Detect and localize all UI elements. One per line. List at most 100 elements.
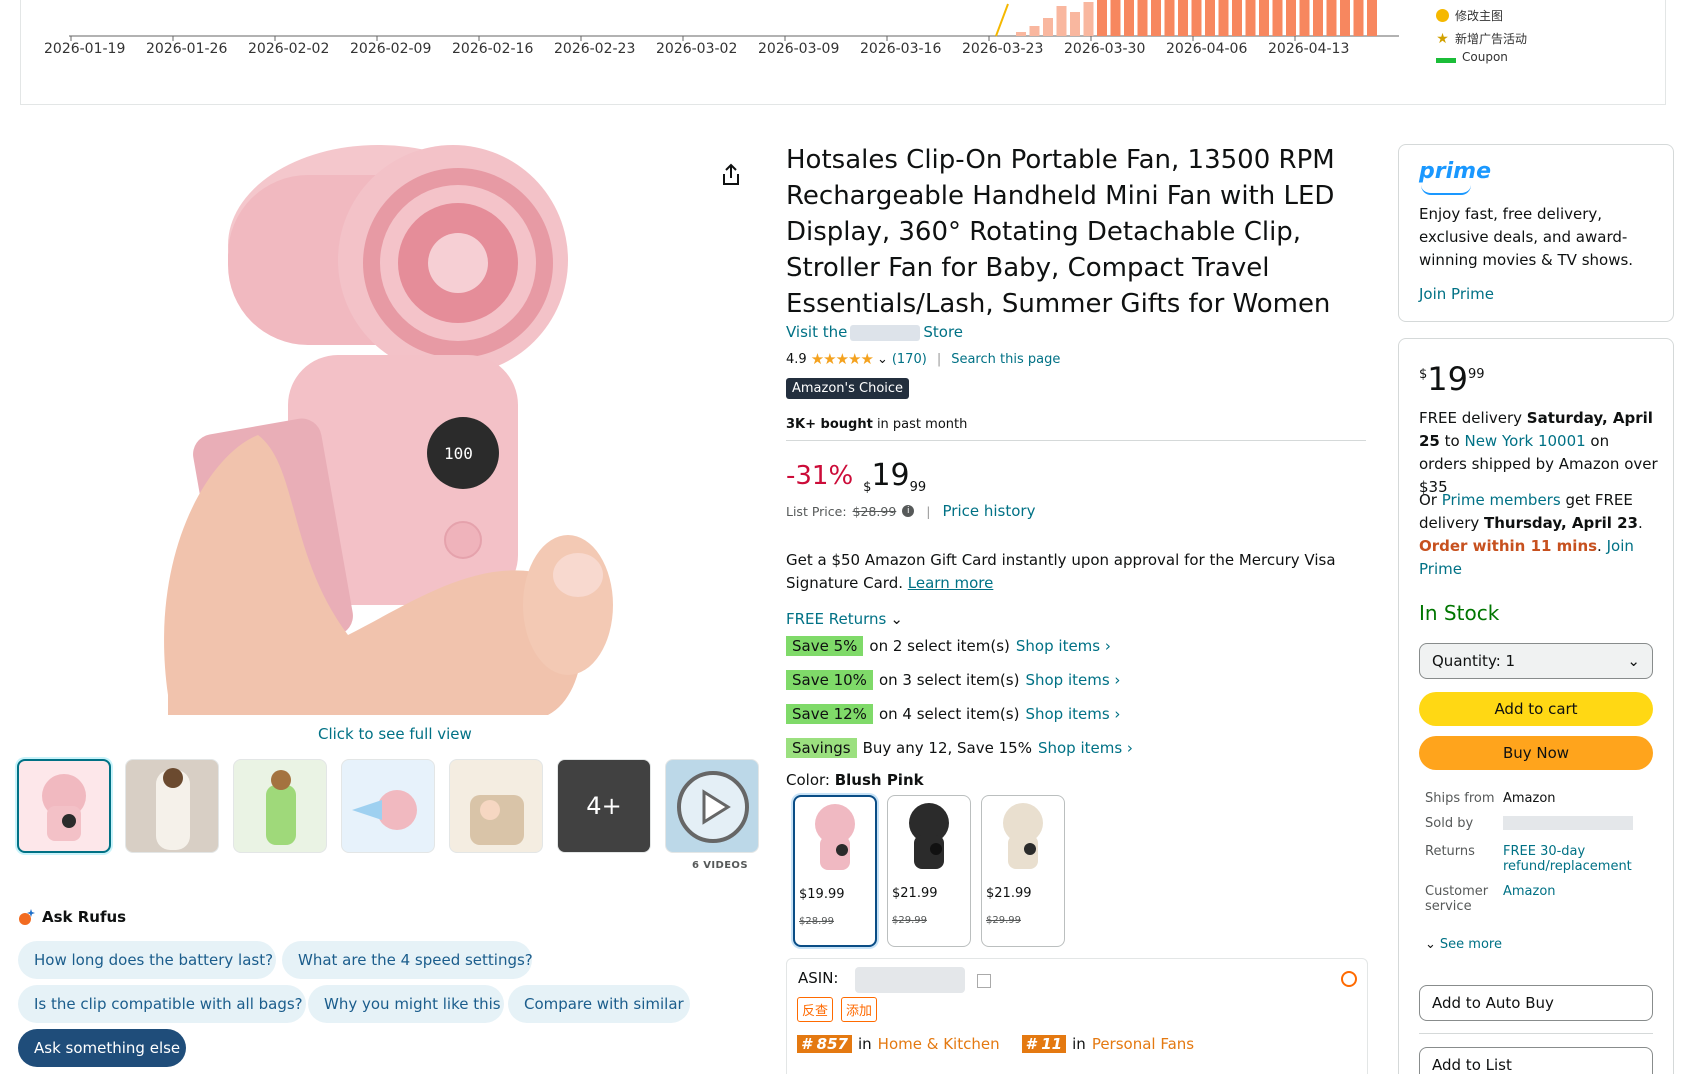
add-to-cart-button[interactable]: Add to cart	[1419, 692, 1653, 726]
legend-label: 新增广告活动	[1455, 32, 1528, 46]
ask-something-else-button[interactable]: Ask something else	[18, 1029, 186, 1067]
discount-percent: -31%	[786, 461, 854, 491]
legend-item-coupon[interactable]: Coupon	[1436, 50, 1527, 64]
promo-text: on 4 select item(s)	[878, 705, 1020, 723]
click-full-view-link[interactable]: Click to see full view	[318, 725, 472, 743]
promo-text: on 2 select item(s)	[869, 637, 1010, 655]
or-dot: .	[1638, 514, 1643, 532]
chart-bar	[1164, 0, 1175, 36]
sold-by-value[interactable]	[1503, 816, 1653, 834]
copy-icon[interactable]	[977, 974, 991, 988]
chart-bar	[1299, 0, 1310, 36]
add-button[interactable]: 添加	[841, 997, 878, 1022]
thumbnail-3[interactable]	[233, 759, 327, 853]
more-images-count: 4+	[558, 760, 650, 852]
sales-chart-strip: 2026-01-19 2026-01-26 2026-02-02 2026-02-09…	[20, 0, 1666, 105]
chart-x-tick-label: 2026-03-09	[758, 41, 840, 57]
color-swatch-black[interactable]: $21.99 $29.99	[887, 795, 971, 947]
chart-bar	[1110, 0, 1121, 36]
thumbnail-4[interactable]	[341, 759, 435, 853]
promo-tag: Savings	[786, 738, 857, 758]
returns-policy-link[interactable]: FREE 30-day refund/replacement	[1503, 844, 1653, 874]
visit-store-link[interactable]: Visit the Store	[786, 323, 963, 341]
star-rating-icon[interactable]: ★★★★★	[811, 350, 874, 368]
thumbnail-video[interactable]	[665, 759, 759, 853]
add-to-list-button[interactable]: Add to List	[1419, 1047, 1653, 1074]
delivery-location-link[interactable]: New York 10001	[1464, 432, 1585, 450]
store-name-redacted	[850, 324, 921, 341]
sold-by-row: Sold by	[1425, 816, 1653, 834]
learn-more-link[interactable]: Learn more	[908, 574, 994, 592]
shop-items-link[interactable]: Shop items ›	[1025, 671, 1120, 689]
thumbnail-strip: 4+	[17, 759, 759, 853]
quantity-select[interactable]: Quantity: 1 ⌄	[1419, 643, 1653, 679]
promo-row-1: Save 5% on 2 select item(s) Shop items ›	[786, 636, 1111, 656]
chart-x-tick-label: 2026-01-19	[44, 41, 126, 57]
share-icon[interactable]	[718, 162, 744, 188]
chart-bar	[1029, 26, 1040, 36]
main-product-image[interactable]: 100	[148, 135, 628, 715]
rating-value: 4.9	[786, 351, 807, 367]
current-price: $1999	[863, 458, 926, 495]
color-swatch-blush-pink[interactable]: $19.99 $28.99	[793, 795, 877, 947]
buy-now-button[interactable]: Buy Now	[1419, 736, 1653, 770]
rufus-question-battery[interactable]: How long does the battery last?	[18, 941, 276, 979]
prime-logo: prime	[1419, 159, 1491, 184]
rufus-question-compare[interactable]: Compare with similar	[508, 985, 690, 1023]
prime-description: Enjoy fast, free delivery, exclusive dea…	[1419, 205, 1634, 269]
see-more-link[interactable]: ⌄ See more	[1425, 937, 1502, 952]
chevron-down-icon[interactable]: ⌄	[877, 352, 888, 367]
review-count-link[interactable]: (170)	[892, 352, 927, 367]
ships-from-label: Ships from	[1425, 791, 1495, 806]
thumbnail-more[interactable]: 4+	[557, 759, 651, 853]
reverse-lookup-button[interactable]: 反查	[797, 997, 834, 1022]
bought-in-past-month: 3K+ bought in past month	[786, 417, 967, 432]
price-row: -31% $1999	[786, 458, 926, 495]
rufus-sparkle-icon	[19, 909, 35, 925]
seller-redacted	[1503, 816, 1633, 830]
free-returns-link[interactable]: FREE Returns ⌄	[786, 610, 903, 628]
videos-count-label: 6 VIDEOS	[692, 860, 748, 871]
divider	[786, 440, 1366, 441]
legend-dot-icon	[1436, 9, 1449, 22]
best-sellers-rank: # 857 in Home & Kitchen # 11 in Personal…	[797, 1035, 1194, 1053]
shop-items-link[interactable]: Shop items ›	[1025, 705, 1120, 723]
legend-item-main-image[interactable]: 修改主图	[1436, 4, 1527, 27]
sold-by-label: Sold by	[1425, 816, 1474, 831]
plugin-icon[interactable]	[1341, 971, 1357, 987]
prime-members-link[interactable]: Prime members	[1442, 491, 1561, 509]
amazons-choice-badge[interactable]: Amazon's Choice	[786, 378, 910, 399]
rank-category-link[interactable]: Home & Kitchen	[878, 1035, 1000, 1053]
thumbnail-5[interactable]	[449, 759, 543, 853]
rufus-question-why[interactable]: Why you might like this	[308, 985, 504, 1023]
legend-item-ad-campaign[interactable]: ★ 新增广告活动	[1436, 27, 1527, 50]
chart-x-tick-label: 2026-02-09	[350, 41, 432, 57]
ask-rufus-title: Ask Rufus	[42, 908, 127, 926]
thumbnail-2[interactable]	[125, 759, 219, 853]
customer-service-value[interactable]: Amazon	[1503, 884, 1653, 914]
rufus-question-clip[interactable]: Is the clip compatible with all bags?	[18, 985, 306, 1023]
svg-text:100: 100	[444, 444, 473, 463]
prime-smile-icon	[1421, 185, 1471, 195]
bought-count: 3K+ bought	[786, 417, 873, 432]
rank-number: # 11	[1021, 1035, 1067, 1053]
chart-bar	[1326, 0, 1337, 36]
list-price-label: List Price:	[786, 503, 847, 519]
shop-items-link[interactable]: Shop items ›	[1016, 637, 1111, 655]
ships-info-table: Ships from Amazon Sold by Returns FREE 3…	[1425, 791, 1653, 924]
price-history-link[interactable]: Price history	[943, 502, 1036, 520]
delivery-to: to	[1439, 432, 1465, 450]
search-this-page-link[interactable]: Search this page	[951, 352, 1060, 367]
join-prime-link[interactable]: Join Prime	[1419, 285, 1494, 303]
add-to-auto-buy-button[interactable]: Add to Auto Buy	[1419, 985, 1653, 1021]
quantity-value: Quantity: 1	[1432, 652, 1516, 670]
rank-category-link[interactable]: Personal Fans	[1092, 1035, 1194, 1053]
thumbnail-1[interactable]	[17, 759, 111, 853]
swatch-price: $19.99	[799, 887, 845, 902]
color-selection-label: Color: Blush Pink	[786, 771, 924, 789]
rufus-question-speed[interactable]: What are the 4 speed settings?	[282, 941, 533, 979]
info-icon[interactable]: i	[902, 505, 915, 517]
shop-items-link[interactable]: Shop items ›	[1038, 739, 1133, 757]
chart-bar	[1259, 0, 1269, 36]
color-swatch-cream[interactable]: $21.99 $29.99	[981, 795, 1065, 947]
